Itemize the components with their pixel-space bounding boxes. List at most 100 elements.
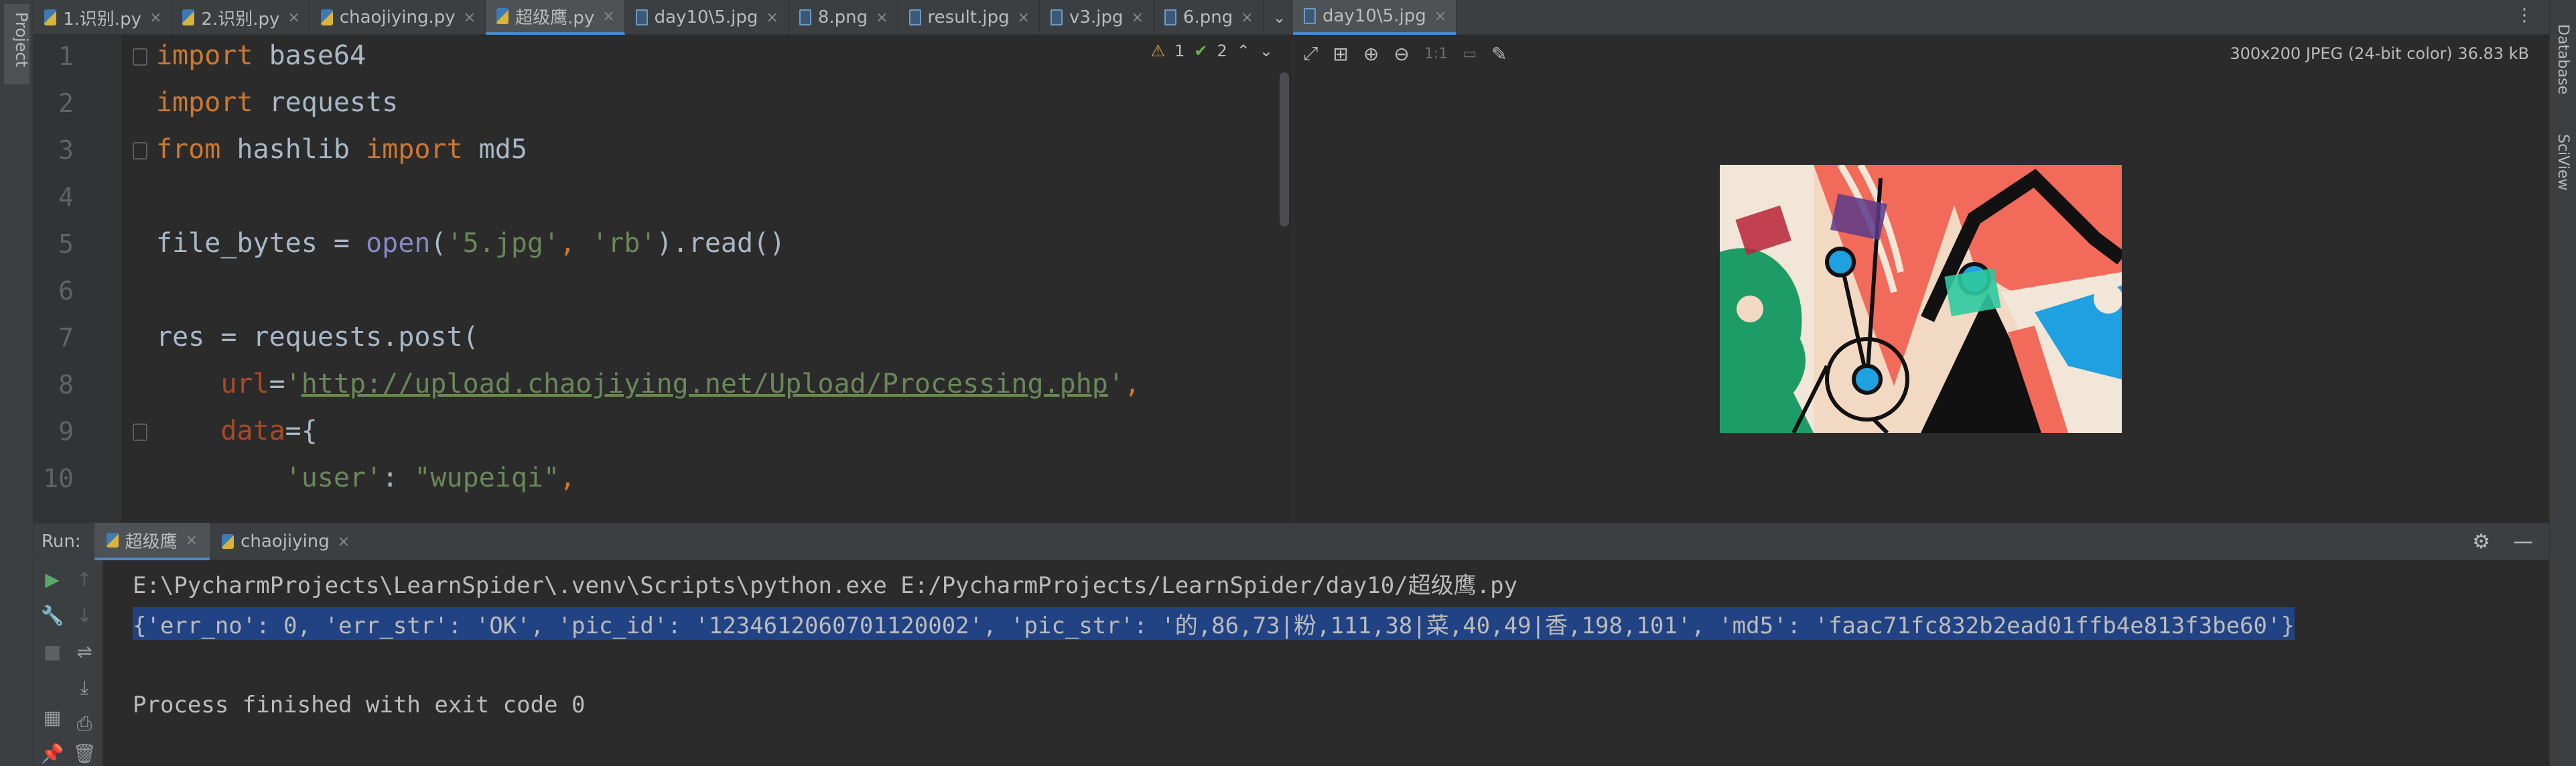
close-icon[interactable]: × — [287, 9, 299, 26]
close-icon[interactable]: × — [1131, 9, 1143, 26]
tab-label: day10\5.jpg — [1323, 6, 1426, 26]
print-icon[interactable]: ⎙ — [71, 710, 98, 737]
line-number: 4 — [58, 182, 74, 212]
run-toolbar: ▶ ↑ 🔧 ↓ ■ ⇌ ⤓ ▦ ⎙ 📌 🗑 — [33, 560, 103, 766]
close-icon[interactable]: × — [602, 8, 614, 25]
line-number: 8 — [58, 370, 74, 399]
database-tool-tab[interactable]: Database — [2553, 24, 2574, 111]
editor-tab-2[interactable]: 2.识别.py × — [172, 0, 310, 35]
rerun-icon[interactable]: ▶ — [39, 566, 66, 592]
zoom-out-icon[interactable]: ⊖ — [1394, 43, 1409, 65]
next-highlight-icon[interactable]: ⌄ — [1260, 42, 1273, 60]
scroll-to-end-icon[interactable]: ⤓ — [71, 674, 98, 701]
left-tool-strip: Project — [0, 0, 33, 766]
python-file-icon — [182, 9, 195, 25]
image-file-icon — [635, 9, 648, 25]
fold-marker-icon[interactable] — [133, 48, 147, 66]
run-label: Run: — [42, 531, 81, 552]
more-icon[interactable]: ⋮ — [2516, 5, 2533, 25]
run-tab-label: 超级鹰 — [125, 531, 178, 552]
project-tool-tab[interactable]: Project — [4, 4, 31, 84]
sciview-tool-tab[interactable]: SciView — [2553, 134, 2574, 208]
close-icon[interactable]: × — [1434, 8, 1446, 25]
actual-size-button[interactable]: 1:1 — [1424, 46, 1448, 62]
tab-overflow-chevron-icon[interactable]: ⌄ — [1264, 0, 1296, 34]
tab-label: result.jpg — [927, 7, 1010, 27]
editor-tab-bar: 1.识别.py × 2.识别.py × chaojiying.py × 超级鹰.… — [33, 0, 1321, 35]
down-arrow-icon[interactable]: ↓ — [71, 602, 98, 629]
run-tab-chaojiying-cn[interactable]: 超级鹰 × — [94, 523, 210, 560]
fold-marker-icon[interactable] — [133, 142, 147, 159]
fit-to-window-icon[interactable]: ⤢ — [1303, 42, 1318, 65]
editor-tab-3[interactable]: chaojiying.py × — [310, 0, 486, 35]
close-icon[interactable]: × — [186, 532, 198, 549]
fit-zoom-icon[interactable]: ▭ — [1463, 46, 1477, 62]
line-number: 9 — [58, 417, 74, 446]
tab-label: 2.识别.py — [201, 9, 280, 29]
python-file-icon — [320, 9, 333, 25]
close-icon[interactable]: × — [1018, 9, 1030, 26]
editor-tab-1[interactable]: 1.识别.py × — [33, 0, 172, 35]
line-number: 5 — [58, 229, 74, 259]
line-number: 6 — [58, 276, 74, 306]
soft-wrap-icon[interactable]: ⇌ — [71, 638, 98, 665]
line-number: 10 — [43, 464, 74, 493]
close-icon[interactable]: × — [464, 9, 476, 26]
fold-marker-icon[interactable] — [133, 424, 147, 441]
image-file-icon — [908, 9, 921, 25]
color-picker-icon[interactable]: ✎ — [1491, 43, 1507, 65]
code-line-5: file_bytes = open('5.jpg', 'rb').read() — [156, 228, 786, 259]
inspection-widget[interactable]: ⚠ 1 ✔ 2 ⌃ ⌄ — [1151, 42, 1273, 60]
console-finish-line: Process finished with exit code 0 — [133, 692, 586, 718]
editor-tab-7[interactable]: result.jpg × — [898, 0, 1040, 35]
tab-label: v3.jpg — [1069, 7, 1124, 27]
sciview-tool-label: SciView — [2555, 134, 2571, 191]
code-line-8: url='http://upload.chaojiying.net/Upload… — [220, 369, 1141, 399]
image-tab[interactable]: day10\5.jpg × — [1293, 0, 1457, 35]
trash-icon[interactable]: 🗑 — [71, 740, 98, 766]
weak-warning-count: 2 — [1217, 42, 1227, 60]
close-icon[interactable]: × — [149, 9, 161, 26]
run-panel-actions: ⚙ — — [2472, 530, 2533, 554]
wrench-icon[interactable]: 🔧 — [39, 602, 66, 629]
python-file-icon — [222, 534, 234, 549]
editor-tab-9[interactable]: 6.png × — [1154, 0, 1264, 35]
close-icon[interactable]: × — [766, 9, 778, 26]
stop-icon[interactable]: ■ — [39, 638, 66, 665]
previous-highlight-icon[interactable]: ⌃ — [1237, 42, 1250, 60]
right-tool-strip: Database SciView — [2549, 0, 2576, 766]
minimize-icon[interactable]: — — [2513, 530, 2533, 554]
code-line-7: res = requests.post( — [156, 322, 479, 353]
close-icon[interactable]: × — [338, 533, 350, 550]
project-tool-label: Project — [12, 12, 31, 68]
close-icon[interactable]: × — [1241, 9, 1253, 26]
pin-icon[interactable]: 📌 — [39, 740, 66, 766]
grid-icon[interactable]: ⊞ — [1333, 43, 1348, 65]
code-line-1: import base64 — [156, 40, 366, 71]
code-editor[interactable]: 1 2 3 4 5 6 7 8 9 10 import base64 impor… — [33, 35, 1293, 523]
code-line-10: 'user': "wupeiqi", — [285, 462, 576, 493]
run-panel-header: Run: 超级鹰 × chaojiying × ⚙ — — [33, 523, 2549, 560]
tab-label: 1.识别.py — [63, 9, 141, 29]
editor-tab-4-active[interactable]: 超级鹰.py × — [486, 0, 625, 35]
tab-label: 8.png — [817, 7, 868, 27]
zoom-in-icon[interactable]: ⊕ — [1363, 43, 1379, 65]
image-file-icon — [799, 9, 811, 25]
python-file-icon — [496, 8, 509, 24]
editor-tab-8[interactable]: v3.jpg × — [1040, 0, 1154, 35]
editor-tab-6[interactable]: 8.png × — [789, 0, 898, 35]
run-console[interactable]: E:\PycharmProjects\LearnSpider\.venv\Scr… — [103, 560, 2549, 766]
close-icon[interactable]: × — [876, 9, 888, 26]
editor-tab-5[interactable]: day10\5.jpg × — [625, 0, 789, 35]
editor-scrollbar[interactable] — [1280, 72, 1289, 227]
run-tab-label: chaojiying — [241, 531, 330, 552]
image-file-icon — [1050, 9, 1063, 25]
gear-icon[interactable]: ⚙ — [2472, 530, 2490, 554]
line-gutter: 1 2 3 4 5 6 7 8 9 10 — [33, 35, 121, 523]
tab-label: 6.png — [1182, 7, 1233, 27]
console-result-line: {'err_no': 0, 'err_str': 'OK', 'pic_id':… — [133, 607, 2295, 640]
layout-icon[interactable]: ▦ — [39, 704, 66, 730]
image-info: 300x200 JPEG (24-bit color) 36.83 kB — [2230, 44, 2529, 63]
run-tab-chaojiying[interactable]: chaojiying × — [210, 523, 362, 560]
up-arrow-icon[interactable]: ↑ — [71, 566, 98, 592]
